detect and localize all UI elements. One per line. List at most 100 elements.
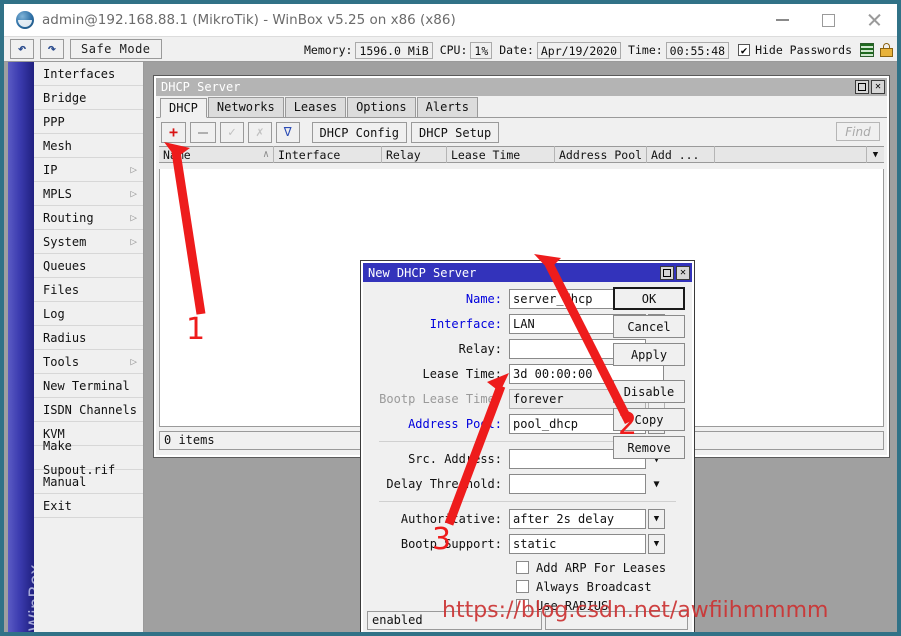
routeros-branding-label: RouterOS WinBox — [26, 513, 35, 632]
sidebar-item-tools[interactable]: Tools ▷ — [34, 350, 143, 374]
column-header-label: Address Pool — [559, 147, 643, 162]
sidebar-item-mesh[interactable]: Mesh — [34, 134, 143, 158]
label-interface: Interface: — [429, 317, 502, 331]
sidebar-item-mpls[interactable]: MPLS ▷ — [34, 182, 143, 206]
expand-arrow-icon-delay-threshold[interactable]: ▼ — [648, 474, 665, 494]
tab-dhcp[interactable]: DHCP — [160, 98, 207, 118]
column-header-address-pool[interactable]: Address Pool — [555, 146, 647, 163]
sidebar-item-exit[interactable]: Exit — [34, 494, 143, 518]
new-dhcp-restore-button[interactable] — [660, 265, 674, 280]
sidebar-item-log[interactable]: Log — [34, 302, 143, 326]
input-bootp-support[interactable]: static — [509, 534, 646, 554]
filter-button[interactable]: ∇ — [275, 122, 300, 143]
tab-options[interactable]: Options — [347, 97, 416, 117]
label-name: Name: — [465, 292, 502, 306]
submenu-chevron-icon: ▷ — [130, 162, 137, 176]
apply-button[interactable]: Apply — [613, 343, 685, 366]
minimize-button[interactable] — [759, 4, 805, 36]
checkbox-add-arp-for-leases[interactable] — [516, 561, 529, 574]
sidebar-item-make-supout-rif[interactable]: Make Supout.rif — [34, 439, 143, 477]
sidebar-item-label: ISDN Channels — [43, 402, 137, 417]
sidebar-item-routing[interactable]: Routing ▷ — [34, 206, 143, 230]
column-header-label: Add ... — [651, 147, 700, 162]
dhcp-toolbar: + ✓ ✗ ∇ DHCP Config DHCP Setup Find — [156, 118, 887, 144]
checkbox-row-add-arp-for-leases[interactable]: Add ARP For Leases — [516, 558, 686, 577]
column-header-relay[interactable]: Relay — [382, 146, 447, 163]
annotation-number-2: 2 — [618, 407, 638, 442]
safe-mode-button[interactable]: Safe Mode — [70, 39, 162, 59]
new-dhcp-server-dialog: New DHCP Server ✕ Name: server_dhcp Interf… — [360, 260, 695, 632]
dhcp-restore-button[interactable] — [855, 80, 869, 94]
column-header-lease-time[interactable]: Lease Time — [447, 146, 555, 163]
add-button[interactable]: + — [161, 122, 187, 143]
close-button[interactable] — [851, 4, 897, 36]
memory-value: 1596.0 MiB — [355, 41, 433, 59]
sidebar-item-system[interactable]: System ▷ — [34, 230, 143, 254]
winbox-main-window: admin@192.168.88.1 (MikroTik) - WinBox v… — [0, 0, 901, 636]
date-value: Apr/19/2020 — [536, 41, 622, 59]
disable-button[interactable]: Disable — [613, 380, 685, 403]
column-header-interface[interactable]: Interface — [274, 146, 382, 163]
button-group-gap — [613, 371, 685, 380]
ok-button[interactable]: OK — [613, 287, 685, 310]
sidebar-item-manual[interactable]: Manual — [34, 470, 143, 494]
chevron-down-icon[interactable]: ▼ — [867, 146, 884, 163]
annotation-number-3: 3 — [432, 522, 452, 557]
close-window-icon: ✕ — [874, 81, 882, 92]
hide-passwords-checkbox[interactable]: ✔ — [738, 44, 751, 56]
new-dhcp-fields-tertiary: Authoritative: after 2s delay ▼ Bootp Suppo… — [369, 508, 686, 555]
enable-button[interactable]: ✓ — [220, 122, 244, 143]
padlock-icon[interactable] — [880, 43, 893, 57]
sidebar-item-ppp[interactable]: PPP — [34, 110, 143, 134]
column-header-label: Lease Time — [451, 147, 521, 162]
checkbox-always-broadcast[interactable] — [516, 580, 529, 593]
sidebar-item-label: Manual — [43, 474, 87, 489]
tab-alerts[interactable]: Alerts — [416, 97, 478, 117]
column-header-add[interactable]: Add ... — [647, 146, 715, 163]
undo-button[interactable]: ↶ — [10, 39, 34, 59]
sidebar-item-label: Exit — [43, 498, 72, 513]
winbox-desktop: RouterOS WinBox Interfaces Bridge PPP Mesh I… — [4, 62, 897, 632]
redo-button[interactable]: ↷ — [40, 39, 64, 59]
sidebar-item-files[interactable]: Files — [34, 278, 143, 302]
column-header-name[interactable]: Name ∧ — [159, 146, 274, 163]
cross-icon: ✗ — [255, 125, 264, 140]
submenu-chevron-icon: ▷ — [130, 354, 137, 368]
form-row-delay-threshold: Delay Threshold: ▼ — [369, 473, 686, 495]
sidebar-item-label: Mesh — [43, 138, 72, 153]
dhcp-close-button[interactable]: ✕ — [871, 80, 885, 94]
dhcp-config-button[interactable]: DHCP Config — [311, 122, 407, 143]
tab-leases[interactable]: Leases — [284, 97, 347, 117]
label-delay-threshold: Delay Threshold: — [386, 477, 502, 491]
sidebar-item-label: PPP — [43, 114, 65, 129]
dropdown-button-authoritative[interactable]: ▼ — [648, 509, 665, 529]
sidebar-item-new-terminal[interactable]: New Terminal — [34, 374, 143, 398]
sidebar-item-ip[interactable]: IP ▷ — [34, 158, 143, 182]
input-delay-threshold[interactable] — [509, 474, 646, 494]
sidebar-item-isdn-channels[interactable]: ISDN Channels — [34, 398, 143, 422]
sidebar-item-bridge[interactable]: Bridge — [34, 86, 143, 110]
sidebar-item-label: Radius — [43, 330, 87, 345]
disable-button[interactable]: ✗ — [247, 122, 272, 143]
dhcp-table-header: Name ∧ Interface Relay Lease Time Address Poo… — [159, 146, 884, 163]
routeros-branding-strip: RouterOS WinBox — [8, 62, 34, 632]
input-authoritative[interactable]: after 2s delay — [509, 509, 646, 529]
sidebar-item-label: Files — [43, 282, 80, 297]
green-bars-icon[interactable] — [860, 43, 874, 57]
dropdown-button-bootp-support[interactable]: ▼ — [648, 534, 665, 554]
annotation-number-1: 1 — [186, 312, 206, 347]
dhcp-tab-bar: DHCP Networks Leases Options Alerts — [156, 96, 887, 118]
checkbox-row-always-broadcast[interactable]: Always Broadcast — [516, 577, 686, 596]
sidebar-item-interfaces[interactable]: Interfaces — [34, 62, 143, 86]
find-input[interactable]: Find — [836, 122, 880, 141]
tab-networks[interactable]: Networks — [207, 97, 284, 117]
new-dhcp-close-button[interactable]: ✕ — [676, 265, 690, 280]
label-bootp-lease-time: Bootp Lease Time: — [379, 392, 502, 406]
sidebar-item-queues[interactable]: Queues — [34, 254, 143, 278]
sidebar-item-radius[interactable]: Radius — [34, 326, 143, 350]
maximize-button[interactable] — [805, 4, 851, 36]
remove-button[interactable] — [190, 122, 217, 143]
cancel-button[interactable]: Cancel — [613, 315, 685, 338]
form-row-bootp-support: Bootp Support: static ▼ — [369, 533, 686, 555]
dhcp-setup-button[interactable]: DHCP Setup — [411, 122, 500, 143]
